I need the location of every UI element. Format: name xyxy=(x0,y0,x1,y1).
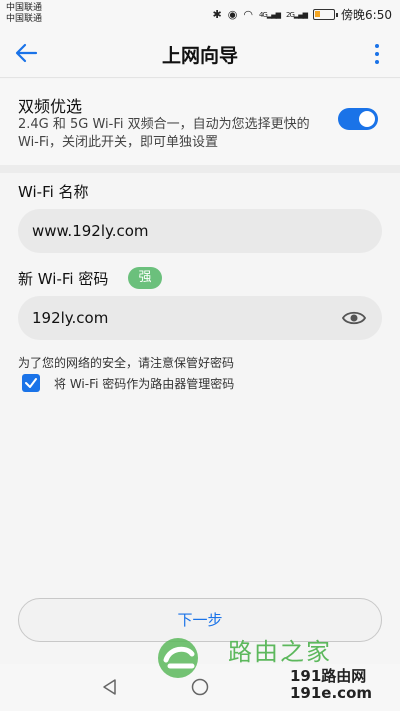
watermark-text-2: 191路由网 191e.com xyxy=(290,667,373,702)
dual-band-toggle[interactable] xyxy=(338,108,378,130)
watermark-text-1: 路由之家 xyxy=(228,638,332,666)
wifi-password-input[interactable]: 192ly.com xyxy=(18,296,382,340)
clock: 傍晚6:50 xyxy=(341,8,392,22)
dual-band-section: 双频优选 2.4G 和 5G Wi-Fi 双频合一，自动为您选择更快的 Wi-F… xyxy=(0,79,400,165)
more-options-icon[interactable] xyxy=(372,42,382,66)
signal-2-icon: 2G▂▄▆ xyxy=(286,10,308,19)
section-divider xyxy=(0,165,400,173)
bluetooth-icon: ✱ xyxy=(212,8,222,21)
admin-password-checkbox[interactable] xyxy=(22,374,40,392)
page-title: 上网向导 xyxy=(161,45,238,67)
nav-back-icon[interactable] xyxy=(100,677,120,697)
status-icons: ✱ ◉ ◠ 4G▂▄▆ 2G▂▄▆ 傍晚6:50 xyxy=(213,6,392,23)
carrier-1: 中国联通 xyxy=(6,3,43,13)
dual-band-description: 2.4G 和 5G Wi-Fi 双频合一，自动为您选择更快的 Wi-Fi，关闭此… xyxy=(18,117,310,150)
eye-comfort-icon: ◉ xyxy=(227,8,238,21)
dual-band-title: 双频优选 xyxy=(18,97,83,116)
password-strength-badge: 强 xyxy=(128,267,162,289)
security-note: 为了您的网络的安全，请注意保管好密码 xyxy=(18,356,235,370)
carrier-info: 中国联通 中国联通 xyxy=(6,3,42,25)
app-bar: 上网向导 xyxy=(0,28,400,78)
wifi-name-value: www.192ly.com xyxy=(32,222,149,240)
show-password-icon[interactable] xyxy=(342,308,366,328)
signal-1-icon: 4G▂▄▆ xyxy=(258,10,281,19)
wifi-name-input[interactable]: www.192ly.com xyxy=(18,209,382,253)
wifi-icon: ◠ xyxy=(243,8,253,21)
status-bar: 中国联通 中国联通 ✱ ◉ ◠ 4G▂▄▆ 2G▂▄▆ 傍晚6:50 xyxy=(0,0,400,28)
checkmark-icon xyxy=(25,378,37,388)
carrier-2: 中国联通 xyxy=(6,14,43,24)
watermark-logo-icon xyxy=(158,638,198,678)
wifi-password-label: 新 Wi-Fi 密码 xyxy=(18,270,109,288)
admin-password-checkbox-label: 将 Wi-Fi 密码作为路由器管理密码 xyxy=(54,377,235,391)
battery-icon xyxy=(313,9,339,20)
wifi-password-value: 192ly.com xyxy=(32,309,109,327)
wifi-name-label: Wi-Fi 名称 xyxy=(18,183,89,201)
